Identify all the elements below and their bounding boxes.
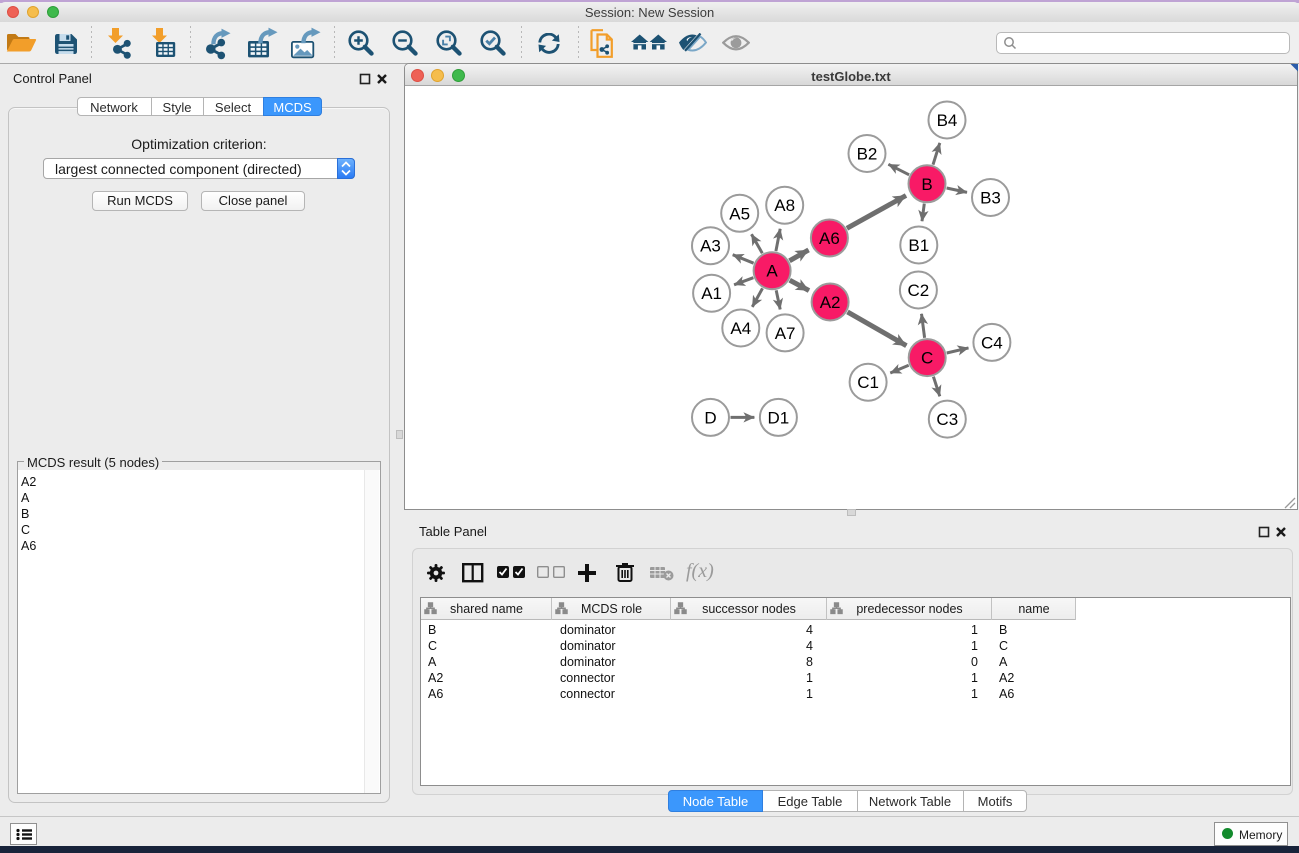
svg-text:C1: C1 <box>857 373 879 392</box>
svg-text:B4: B4 <box>937 111 958 130</box>
svg-text:A6: A6 <box>819 229 840 248</box>
svg-text:A8: A8 <box>774 196 795 215</box>
svg-text:D: D <box>704 408 716 427</box>
svg-text:A3: A3 <box>700 237 721 256</box>
svg-text:C: C <box>921 349 933 368</box>
svg-text:A1: A1 <box>701 284 722 303</box>
svg-text:A7: A7 <box>775 324 796 343</box>
svg-text:B2: B2 <box>857 145 878 164</box>
svg-text:A2: A2 <box>820 293 841 312</box>
svg-text:A5: A5 <box>729 204 750 223</box>
svg-text:D1: D1 <box>768 408 790 427</box>
svg-text:B3: B3 <box>980 189 1001 208</box>
svg-text:B1: B1 <box>908 236 929 255</box>
svg-text:C2: C2 <box>908 281 930 300</box>
svg-text:A4: A4 <box>730 319 751 338</box>
svg-text:B: B <box>921 175 932 194</box>
svg-text:C4: C4 <box>981 333 1003 352</box>
svg-text:C3: C3 <box>936 410 958 429</box>
svg-text:A: A <box>766 262 778 281</box>
